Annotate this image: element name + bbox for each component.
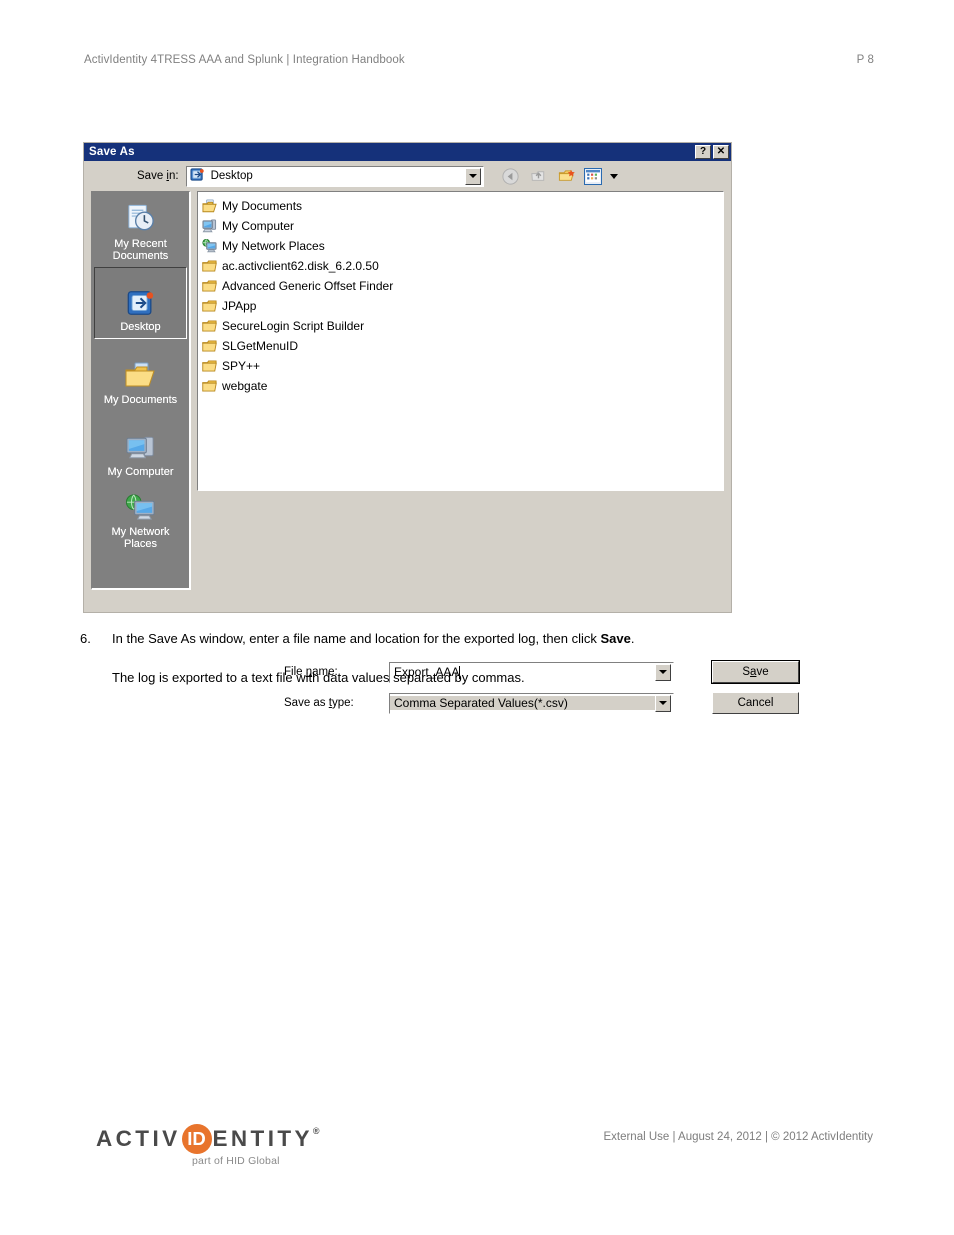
- place-my-computer[interactable]: My Computer: [94, 411, 187, 483]
- my-computer-icon: [201, 218, 217, 234]
- places-bar: My Recent Documents Desktop My Documents…: [91, 191, 191, 590]
- place-my-recent-documents[interactable]: My Recent Documents: [94, 195, 187, 267]
- list-item[interactable]: My Network Places: [201, 236, 723, 256]
- views-icon[interactable]: [583, 167, 602, 185]
- save-in-row: Save in: Desktop: [84, 161, 731, 191]
- step-number: 6.: [80, 631, 91, 646]
- close-icon[interactable]: ✕: [713, 145, 729, 159]
- save-as-type-row: Save as type: Comma Separated Values(*.c…: [284, 692, 814, 714]
- registered-trademark-icon: ®: [312, 1126, 320, 1136]
- list-item-label: webgate: [222, 379, 268, 393]
- dialog-title: Save As: [89, 146, 135, 158]
- file-list[interactable]: My Documents My Computer My Network Plac…: [197, 191, 724, 491]
- save-as-type-value: Comma Separated Values(*.csv): [394, 696, 568, 710]
- list-item-label: SecureLogin Script Builder: [222, 319, 365, 333]
- up-one-level-icon[interactable]: [528, 166, 550, 187]
- folder-icon: [201, 318, 217, 334]
- page-number: P 8: [856, 54, 874, 66]
- folder-icon: [201, 378, 217, 394]
- list-item-label: ac.activclient62.disk_6.2.0.50: [222, 259, 379, 273]
- list-item-label: SPY++: [222, 359, 261, 373]
- place-label: My Computer: [107, 466, 174, 478]
- list-item-label: Advanced Generic Offset Finder: [222, 279, 394, 293]
- save-in-value-area: Desktop: [187, 167, 465, 185]
- my-computer-icon: [124, 429, 157, 463]
- list-item-label: My Documents: [222, 199, 303, 213]
- chevron-down-icon[interactable]: [655, 694, 671, 712]
- list-item-label: SLGetMenuID: [222, 339, 299, 353]
- place-label: My Network Places: [111, 526, 170, 550]
- back-icon[interactable]: [500, 166, 522, 187]
- document-title: ActivIdentity 4TRESS AAA and Splunk | In…: [84, 54, 405, 66]
- folder-icon: [201, 358, 217, 374]
- logo-wordmark: ACTIV ID ENTITY ®: [96, 1124, 320, 1154]
- page-header: ActivIdentity 4TRESS AAA and Splunk | In…: [84, 54, 874, 66]
- dialog-titlebar: Save As ? ✕: [84, 143, 731, 161]
- save-as-dialog: Save As ? ✕ Save in: Desktop My Recent D…: [83, 142, 800, 714]
- desktop-icon: [125, 284, 156, 318]
- step-text: In the Save As window, enter a file name…: [112, 631, 635, 646]
- folder-icon: [201, 278, 217, 294]
- list-item[interactable]: ac.activclient62.disk_6.2.0.50: [201, 256, 723, 276]
- place-label: My Documents: [103, 394, 178, 406]
- chevron-down-icon[interactable]: [464, 167, 481, 185]
- list-item[interactable]: JPApp: [201, 296, 723, 316]
- list-item-label: My Computer: [222, 219, 295, 233]
- save-in-value: Desktop: [210, 170, 253, 182]
- folder-icon: [201, 258, 217, 274]
- network-places-icon: [201, 238, 217, 254]
- new-folder-icon[interactable]: [556, 166, 578, 187]
- list-item-label: JPApp: [222, 299, 257, 313]
- dialog-body: My Recent Documents Desktop My Documents…: [84, 191, 731, 590]
- list-item[interactable]: SecureLogin Script Builder: [201, 316, 723, 336]
- my-documents-icon: [201, 198, 217, 214]
- my-documents-icon: [124, 357, 158, 391]
- dialog-toolbar: [500, 166, 618, 187]
- save-as-type-value-area: Comma Separated Values(*.csv): [390, 696, 655, 710]
- place-label: Desktop: [120, 321, 161, 333]
- recent-documents-icon: [124, 201, 157, 235]
- save-as-type-combobox[interactable]: Comma Separated Values(*.csv): [389, 692, 674, 714]
- step-result-text: The log is exported to a text file with …: [112, 670, 525, 685]
- place-desktop[interactable]: Desktop: [94, 267, 187, 339]
- network-places-icon: [124, 489, 157, 523]
- place-label: My Recent Documents: [112, 238, 169, 262]
- logo-id-badge: ID: [181, 1124, 212, 1154]
- list-item-label: My Network Places: [222, 239, 325, 253]
- step-item: 6. In the Save As window, enter a file n…: [80, 630, 870, 647]
- desktop-icon: [190, 167, 205, 185]
- save-in-label: Save in:: [137, 170, 179, 182]
- folder-icon: [201, 338, 217, 354]
- logo-tagline: part of HID Global: [192, 1155, 280, 1167]
- place-my-network-places[interactable]: My Network Places: [94, 483, 187, 555]
- list-item[interactable]: My Computer: [201, 216, 723, 236]
- views-chevron-down-icon[interactable]: [609, 173, 618, 179]
- instruction-block: 6. In the Save As window, enter a file n…: [80, 630, 870, 686]
- logo-text-part1: ACTIV: [96, 1126, 181, 1151]
- list-item[interactable]: SLGetMenuID: [201, 336, 723, 356]
- folder-icon: [201, 298, 217, 314]
- save-in-combobox[interactable]: Desktop: [185, 165, 484, 187]
- actividentity-logo: ACTIV ID ENTITY ® part of HID Global: [96, 1124, 320, 1167]
- place-my-documents[interactable]: My Documents: [94, 339, 187, 411]
- footer-meta: External Use | August 24, 2012 | © 2012 …: [603, 1131, 873, 1143]
- list-item[interactable]: My Documents: [201, 196, 723, 216]
- list-item[interactable]: webgate: [201, 376, 723, 396]
- help-button[interactable]: ?: [695, 145, 711, 159]
- list-item[interactable]: Advanced Generic Offset Finder: [201, 276, 723, 296]
- list-item[interactable]: SPY++: [201, 356, 723, 376]
- save-as-type-label: Save as type:: [284, 697, 354, 709]
- cancel-button[interactable]: Cancel: [712, 692, 799, 714]
- logo-text-part2: ENTITY: [212, 1126, 313, 1151]
